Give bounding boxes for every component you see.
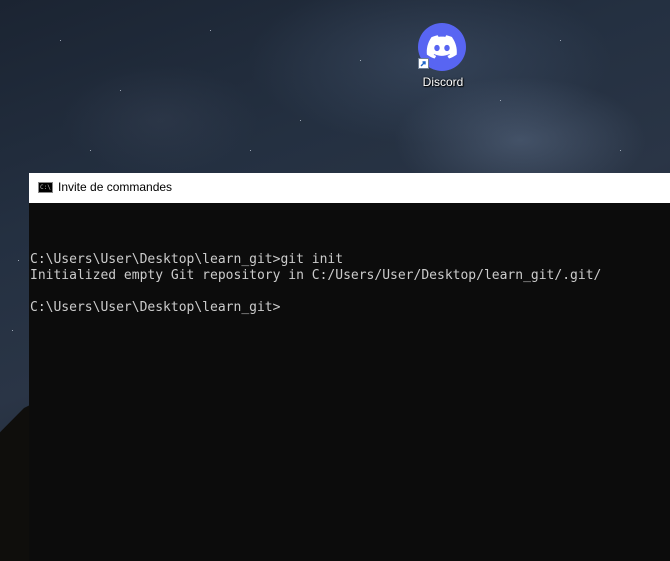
star	[18, 260, 19, 261]
star	[500, 100, 501, 101]
shortcut-label: Discord	[422, 75, 464, 89]
command-prompt-icon: C:\.	[38, 182, 53, 193]
console-area[interactable]: C:\Users\User\Desktop\learn_git>git init…	[29, 203, 670, 561]
console-line-command: C:\Users\User\Desktop\learn_git>git init	[30, 252, 344, 267]
star	[210, 30, 211, 31]
star	[60, 40, 61, 41]
console-prompt[interactable]: C:\Users\User\Desktop\learn_git>	[30, 300, 601, 316]
command-prompt-icon-text: C:\.	[40, 184, 52, 191]
star	[120, 90, 121, 91]
star	[300, 120, 301, 121]
console-line-output: Initialized empty Git repository in C:/U…	[30, 268, 602, 283]
console-output: C:\Users\User\Desktop\learn_git>git init…	[30, 236, 601, 316]
star	[620, 150, 621, 151]
window-title: Invite de commandes	[58, 180, 173, 194]
star	[90, 150, 91, 151]
star	[250, 150, 251, 151]
star	[12, 330, 13, 331]
star	[360, 60, 361, 61]
star	[560, 40, 561, 41]
command-prompt-window[interactable]: C:\. Invite de commandes C:\Users\User\D…	[29, 173, 670, 561]
window-titlebar[interactable]: C:\. Invite de commandes	[29, 173, 670, 203]
discord-shortcut[interactable]: Discord	[408, 20, 478, 92]
shortcut-arrow-icon	[418, 58, 429, 69]
